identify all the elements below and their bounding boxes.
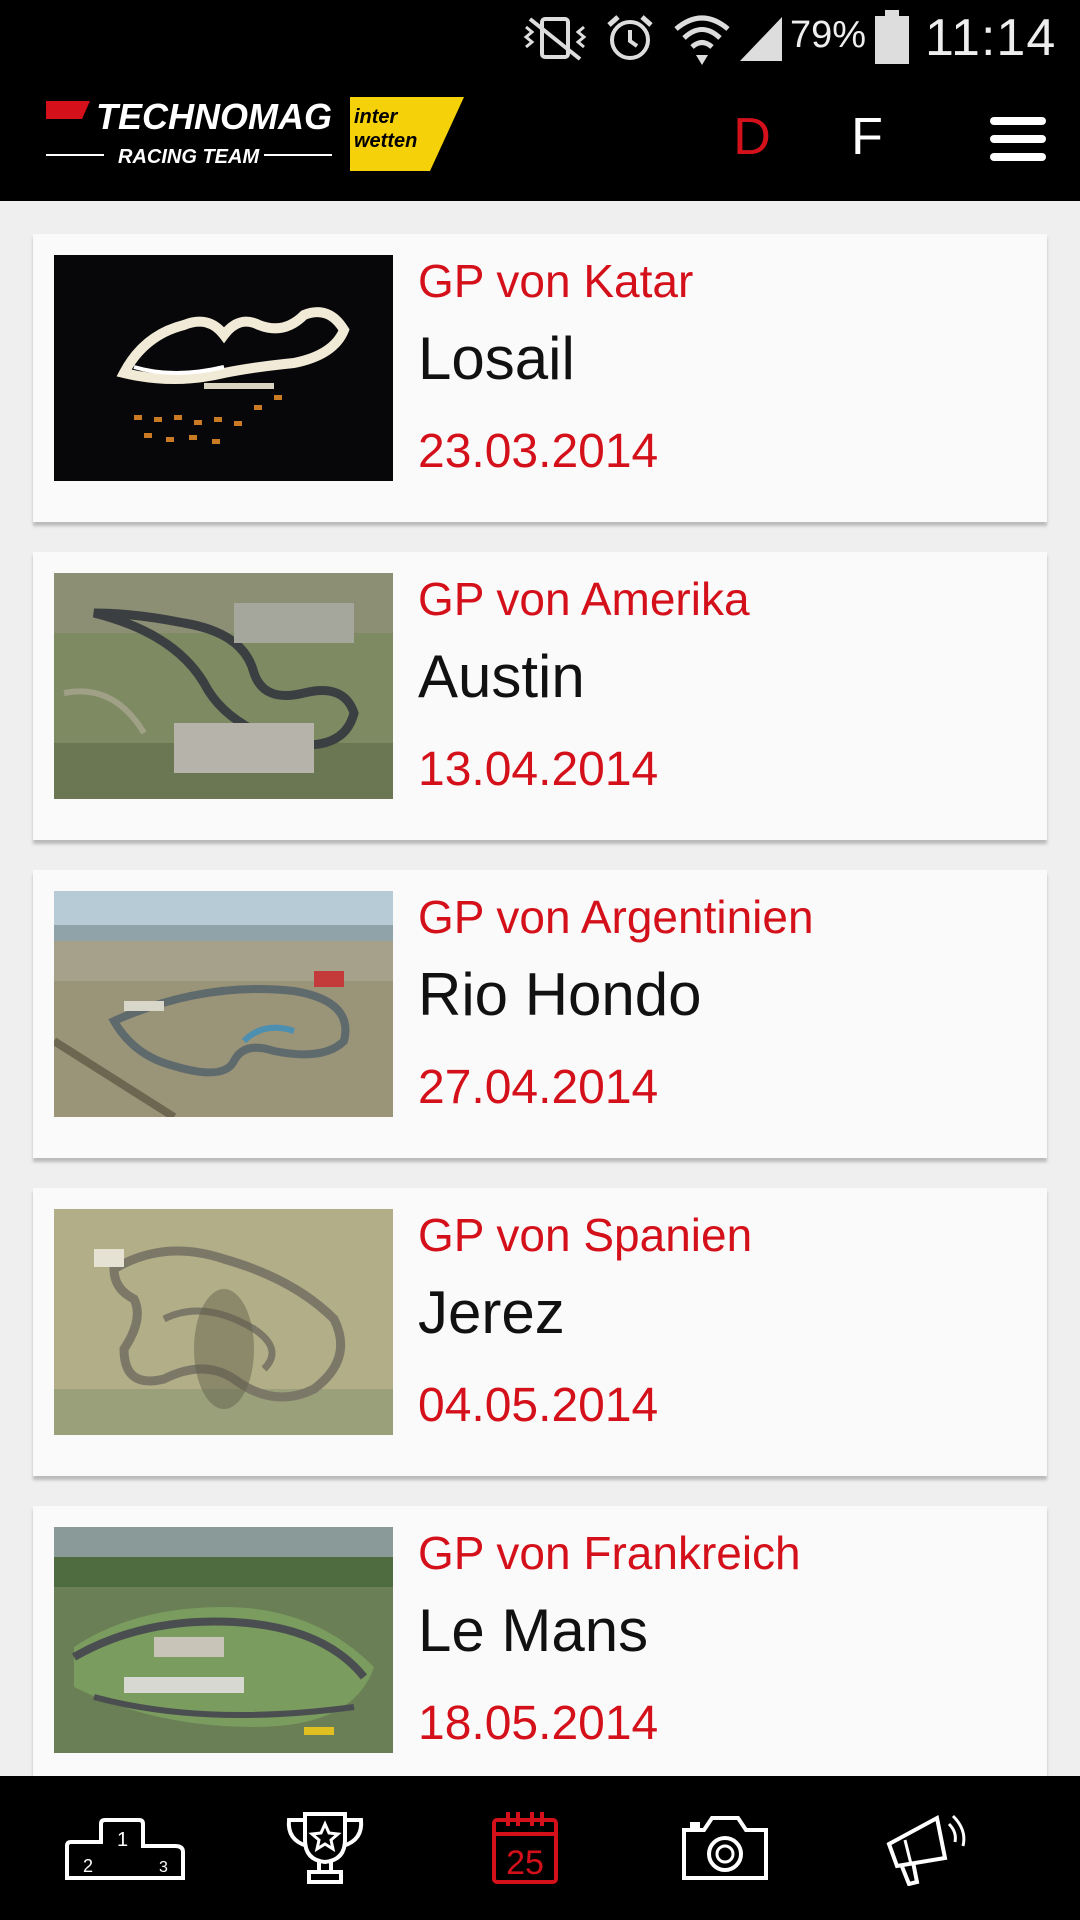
language-f-button[interactable]: F (832, 99, 902, 175)
battery-percent: 79% (790, 14, 867, 56)
battery-icon (872, 8, 912, 68)
race-gp-title: GP von Amerika (418, 573, 750, 625)
podium-second-label: 2 (83, 1856, 93, 1876)
app-header: TECHNOMAG RACING TEAM inter wetten D F (0, 75, 1080, 201)
race-thumbnail-image (54, 1527, 393, 1753)
race-gp-title: GP von Frankreich (418, 1527, 801, 1579)
calendar-day-label: 25 (506, 1844, 544, 1882)
calendar-icon[interactable]: 25 (460, 1796, 590, 1900)
race-venue: Austin (418, 643, 585, 710)
signal-icon (736, 8, 786, 68)
race-gp-title: GP von Argentinien (418, 891, 814, 943)
race-date: 13.04.2014 (418, 743, 659, 796)
race-venue: Jerez (418, 1279, 565, 1346)
trophy-icon[interactable] (260, 1796, 390, 1900)
hamburger-menu-icon[interactable] (988, 109, 1048, 169)
race-thumbnail-image (54, 1209, 393, 1435)
race-card-losail[interactable]: GP von Katar Losail 23.03.2014 (33, 234, 1047, 522)
race-card-le-mans[interactable]: GP von Frankreich Le Mans 18.05.2014 (33, 1506, 1047, 1776)
bottom-navigation: 2 1 3 25 (0, 1776, 1080, 1920)
sponsor-line1-text: inter (354, 106, 399, 128)
race-date: 18.05.2014 (418, 1697, 659, 1750)
race-card-rio-hondo[interactable]: GP von Argentinien Rio Hondo 27.04.2014 (33, 870, 1047, 1158)
race-calendar-list[interactable]: GP von Katar Losail 23.03.2014 GP von Am… (0, 201, 1080, 1776)
camera-icon[interactable] (660, 1796, 790, 1900)
race-date: 04.05.2014 (418, 1379, 659, 1432)
race-card-jerez[interactable]: GP von Spanien Jerez 04.05.2014 (33, 1188, 1047, 1476)
sponsor-line2-text: wetten (354, 130, 417, 152)
status-clock: 11:14 (925, 9, 1057, 67)
megaphone-icon[interactable] (860, 1796, 990, 1900)
logo-brand-text: TECHNOMAG (96, 96, 332, 137)
podium-third-label: 3 (159, 1859, 168, 1876)
race-card-austin[interactable]: GP von Amerika Austin 13.04.2014 (33, 552, 1047, 840)
race-gp-title: GP von Katar (418, 255, 694, 307)
race-date: 23.03.2014 (418, 425, 659, 478)
logo-subtitle-text: RACING TEAM (118, 146, 260, 168)
race-date: 27.04.2014 (418, 1061, 659, 1114)
race-venue: Le Mans (418, 1597, 649, 1664)
race-venue: Losail (418, 325, 575, 392)
wifi-icon (670, 8, 734, 68)
language-d-button[interactable]: D (717, 99, 787, 175)
app-root: 79% 11:14 TECHNOMAG RACING TEAM inter we… (0, 0, 1080, 1920)
podium-icon[interactable]: 2 1 3 (60, 1796, 190, 1900)
race-thumbnail-image (54, 255, 393, 481)
alarm-icon (600, 8, 660, 68)
vibrate-mute-icon (520, 8, 590, 68)
technomag-logo[interactable]: TECHNOMAG RACING TEAM inter wetten (42, 95, 472, 195)
podium-first-label: 1 (117, 1829, 128, 1851)
status-bar: 79% 11:14 (0, 0, 1080, 75)
race-thumbnail-image (54, 573, 393, 799)
race-thumbnail-image (54, 891, 393, 1117)
race-gp-title: GP von Spanien (418, 1209, 753, 1261)
race-venue: Rio Hondo (418, 961, 702, 1028)
